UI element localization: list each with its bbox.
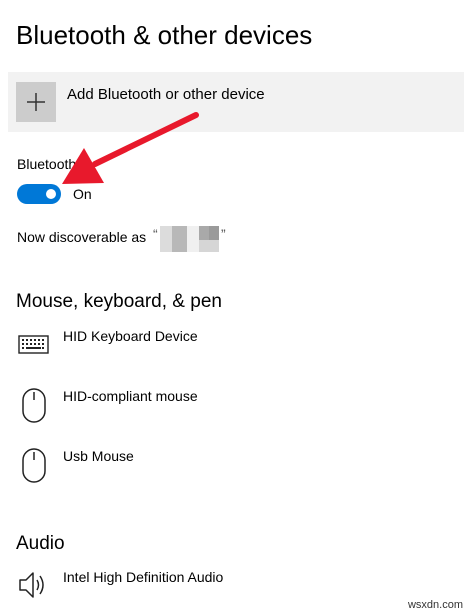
keyboard-icon: [17, 328, 51, 368]
device-item-usb-mouse[interactable]: Usb Mouse: [0, 446, 469, 494]
toggle-knob: [46, 189, 56, 199]
toggle-state-label: On: [73, 186, 92, 202]
device-item-intel-audio[interactable]: Intel High Definition Audio: [0, 567, 469, 615]
redacted-device-name: [160, 226, 220, 252]
audio-heading: Audio: [16, 533, 65, 554]
close-quote: ”: [221, 226, 226, 242]
mouse-icon: [17, 446, 51, 486]
device-item-hid-keyboard[interactable]: HID Keyboard Device: [0, 326, 469, 374]
device-name: Usb Mouse: [63, 448, 134, 464]
watermark: wsxdn.com: [407, 599, 463, 611]
page-title: Bluetooth & other devices: [16, 20, 313, 50]
mouse-icon: [17, 386, 51, 426]
speaker-icon: [17, 567, 51, 607]
add-device-label: Add Bluetooth or other device: [67, 86, 265, 103]
device-name: HID-compliant mouse: [63, 388, 198, 404]
discoverable-text: Now discoverable as: [17, 229, 147, 245]
bluetooth-label: Bluetooth: [17, 156, 77, 172]
mouse-keyboard-pen-heading: Mouse, keyboard, & pen: [16, 291, 222, 312]
add-bluetooth-device-button[interactable]: Add Bluetooth or other device: [8, 72, 464, 132]
open-quote: “: [153, 226, 158, 242]
device-item-hid-mouse[interactable]: HID-compliant mouse: [0, 386, 469, 434]
device-name: Intel High Definition Audio: [63, 569, 224, 585]
device-name: HID Keyboard Device: [63, 328, 198, 344]
bluetooth-toggle[interactable]: [17, 184, 61, 204]
plus-icon: [16, 82, 56, 122]
